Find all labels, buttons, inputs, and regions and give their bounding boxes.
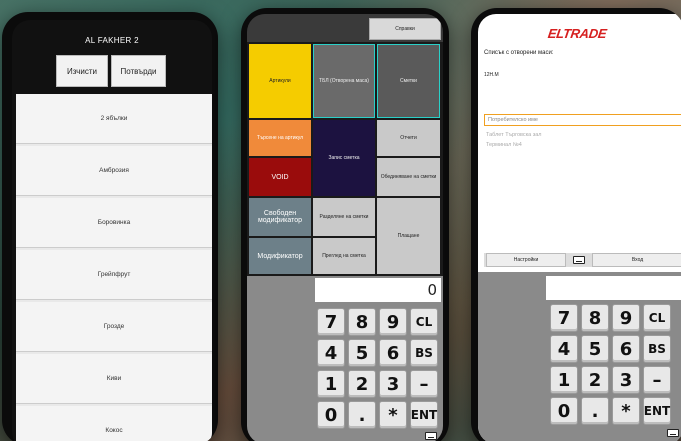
key-dot[interactable]: .	[348, 401, 376, 429]
confirm-button[interactable]: Потвърди	[111, 55, 166, 87]
amount-display: 0	[315, 278, 441, 302]
login-button[interactable]: Вход	[592, 253, 681, 267]
key-2[interactable]: 2	[581, 366, 609, 394]
bill-preview-tile[interactable]: Преглед на сметка	[313, 238, 375, 274]
phone-product-list: AL FAKHER 2 Изчисти Потвърди 2 ябълки Ам…	[2, 12, 218, 441]
receipts-tile[interactable]: Сметки	[377, 44, 440, 118]
key-backspace[interactable]: BS	[643, 335, 671, 363]
key-1[interactable]: 1	[550, 366, 578, 394]
key-clear[interactable]: CL	[643, 304, 671, 332]
payment-tile[interactable]: Плащане	[377, 198, 440, 274]
merge-bills-tile[interactable]: Обединяване на сметки	[377, 158, 440, 196]
list-item[interactable]: Боровинка	[16, 198, 212, 248]
void-tile[interactable]: VOID	[249, 158, 311, 196]
articles-tile[interactable]: Артикули	[249, 44, 311, 118]
username-field[interactable]: Потребителско име	[484, 114, 681, 126]
pos-menu-screen: Справки Артикули ТБЛ (Отворена маса) Сме…	[247, 14, 443, 441]
key-6[interactable]: 6	[612, 335, 640, 363]
key-4[interactable]: 4	[550, 335, 578, 363]
clear-button[interactable]: Изчисти	[56, 55, 108, 87]
key-enter[interactable]: ENT	[643, 397, 671, 425]
keypad: 0 7 8 9 CL 4 5 6 BS 1 2 3– 0. * ENT	[247, 276, 443, 441]
reports-button[interactable]: Справки	[369, 18, 441, 40]
modifier-tile[interactable]: Модификатор	[249, 238, 311, 274]
key-6[interactable]: 6	[379, 339, 407, 367]
key-dot[interactable]: .	[581, 397, 609, 425]
key-4[interactable]: 4	[317, 339, 345, 367]
terminal-hint: Терминал №4	[486, 142, 522, 148]
key-2[interactable]: 2	[348, 370, 376, 398]
key-3[interactable]: 3	[612, 366, 640, 394]
keyboard-icon[interactable]	[573, 256, 585, 264]
phone-pos-menu: Справки Артикули ТБЛ (Отворена маса) Сме…	[241, 8, 449, 441]
open-table-tile[interactable]: ТБЛ (Отворена маса)	[313, 44, 375, 118]
key-1[interactable]: 1	[317, 370, 345, 398]
key-5[interactable]: 5	[581, 335, 609, 363]
print-article-tile[interactable]: Търсене на артикул	[249, 120, 311, 156]
key-8[interactable]: 8	[581, 304, 609, 332]
amount-display[interactable]	[546, 276, 681, 300]
key-0[interactable]: 0	[550, 397, 578, 425]
key-7[interactable]: 7	[550, 304, 578, 332]
key-5[interactable]: 5	[348, 339, 376, 367]
key-9[interactable]: 9	[612, 304, 640, 332]
key-enter[interactable]: ENT	[410, 401, 438, 429]
key-clear[interactable]: CL	[410, 308, 438, 336]
open-tables-header: Списък с отворени маси:	[484, 50, 554, 56]
keyboard-icon[interactable]	[425, 432, 437, 440]
open-table-item[interactable]: 12Н.М	[484, 72, 499, 78]
key-9[interactable]: 9	[379, 308, 407, 336]
list-item[interactable]: Грозде	[16, 302, 212, 352]
device-hint: Таблет Търговска зал	[486, 132, 542, 138]
product-list-screen: AL FAKHER 2 Изчисти Потвърди 2 ябълки Ам…	[12, 20, 212, 441]
phone-login: ELTRADE Списък с отворени маси: 12Н.М По…	[471, 8, 681, 441]
free-modifier-tile[interactable]: Свободен модификатор	[249, 198, 311, 236]
key-8[interactable]: 8	[348, 308, 376, 336]
list-item[interactable]: Грейпфрут	[16, 250, 212, 300]
reports-tile[interactable]: Отчети	[377, 120, 440, 156]
save-bill-tile[interactable]: Запис сметка	[313, 120, 375, 196]
list-item[interactable]: 2 ябълки	[16, 94, 212, 144]
page-title: AL FAKHER 2	[85, 36, 139, 45]
key-multiply[interactable]: *	[612, 397, 640, 425]
key-minus[interactable]: –	[410, 370, 438, 398]
key-minus[interactable]: –	[643, 366, 671, 394]
action-bar: Настройки Вход	[484, 253, 681, 267]
key-multiply[interactable]: *	[379, 401, 407, 429]
keypad: 7 8 9 CL 4 5 6 BS 1 2 3– 0. * ENT	[478, 272, 681, 441]
list-item[interactable]: Амброзия	[16, 146, 212, 196]
key-3[interactable]: 3	[379, 370, 407, 398]
login-screen: ELTRADE Списък с отворени маси: 12Н.М По…	[478, 14, 681, 441]
eltrade-logo: ELTRADE	[546, 26, 608, 41]
key-0[interactable]: 0	[317, 401, 345, 429]
list-item[interactable]: Киви	[16, 354, 212, 404]
settings-button[interactable]: Настройки	[486, 253, 566, 267]
product-list: 2 ябълки Амброзия Боровинка Грейпфрут Гр…	[16, 94, 212, 441]
key-7[interactable]: 7	[317, 308, 345, 336]
key-backspace[interactable]: BS	[410, 339, 438, 367]
keyboard-icon[interactable]	[667, 429, 679, 437]
list-item[interactable]: Кокос	[16, 406, 212, 441]
split-bill-tile[interactable]: Разделяне на сметки	[313, 198, 375, 236]
